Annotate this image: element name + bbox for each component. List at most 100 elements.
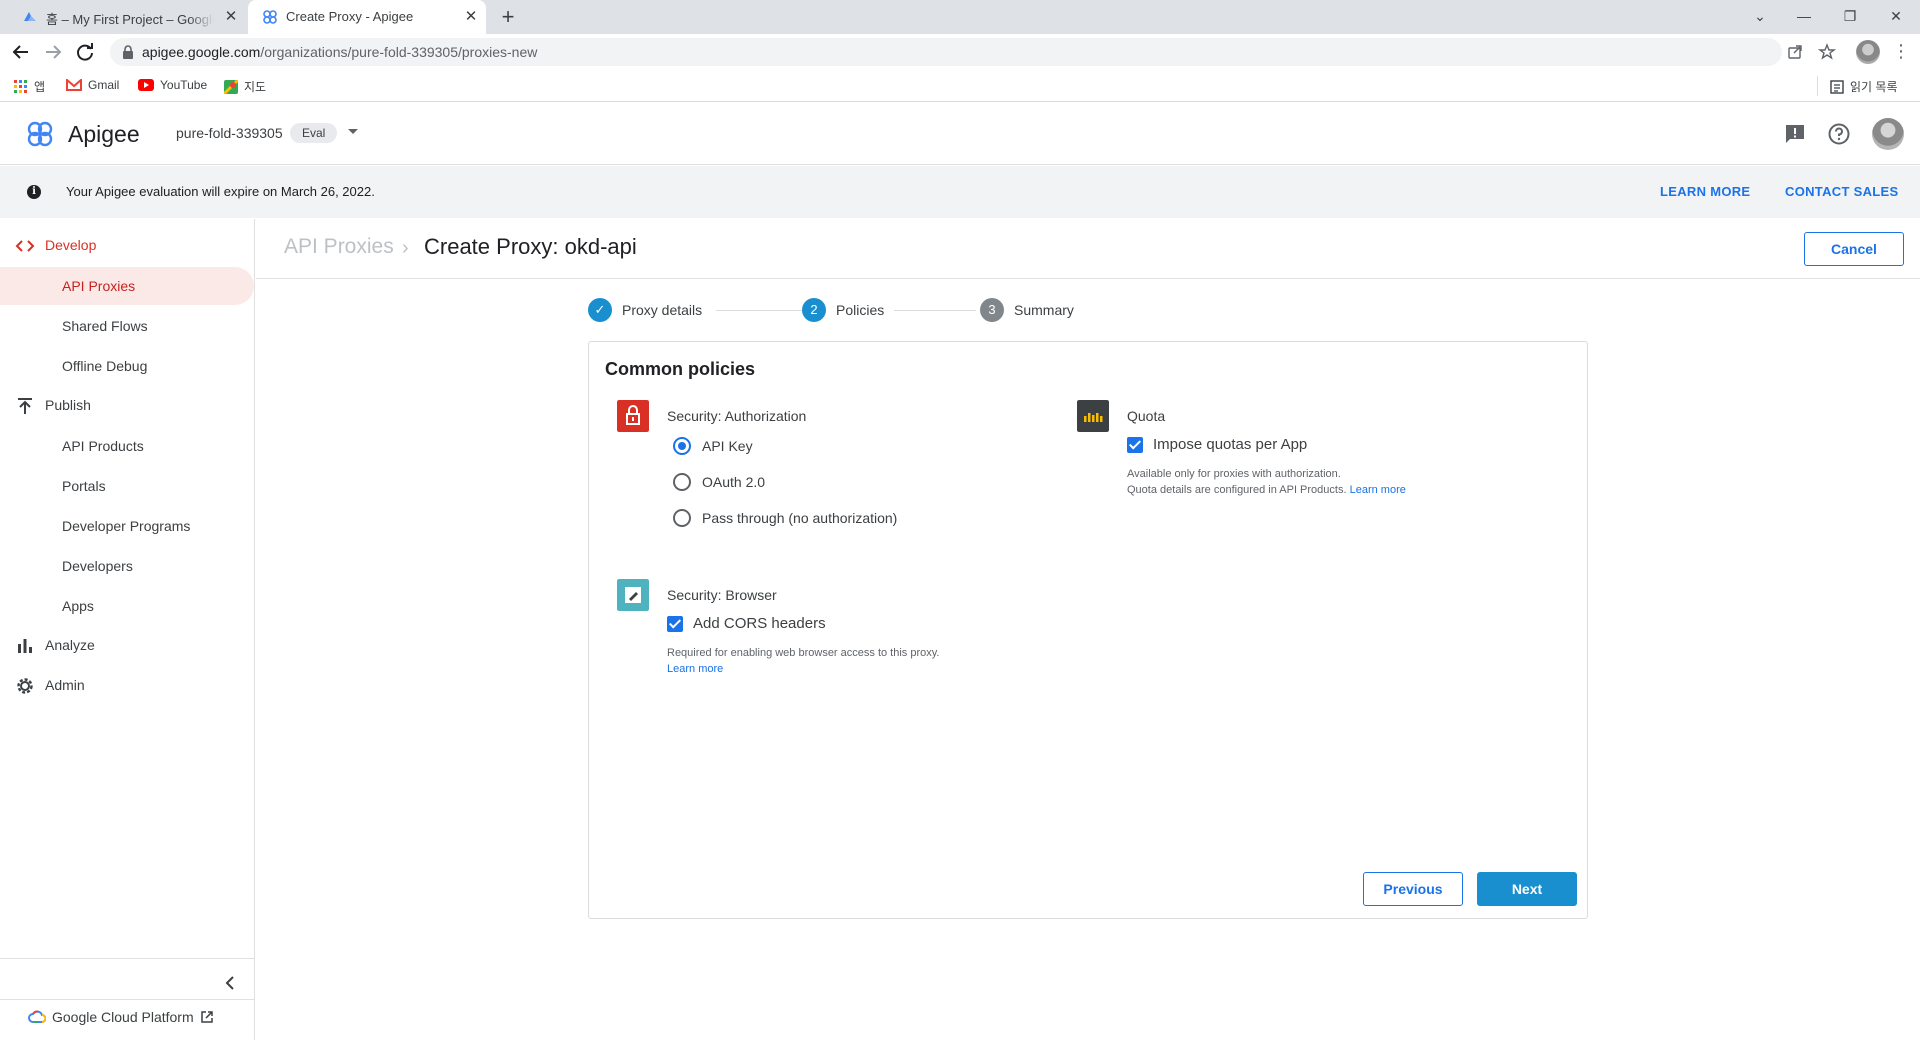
tab-title: Create Proxy - Apigee [286,9,414,24]
step-policies: 2 Policies [802,298,884,322]
banner-message: Your Apigee evaluation will expire on Ma… [66,184,375,199]
sidebar-item-api-proxies[interactable]: API Proxies [0,267,254,305]
sidebar-item-label: Portals [62,478,106,494]
main-content: API Proxies › Create Proxy: okd-api Canc… [256,219,1920,1040]
apigee-favicon-icon [263,10,277,24]
forward-icon[interactable] [40,39,66,65]
step-label: Summary [1014,302,1074,318]
google-cloud-platform-link[interactable]: Google Cloud Platform [28,1009,214,1025]
quota-title: Quota [1127,408,1166,424]
apigee-logo[interactable]: Apigee [26,120,140,148]
close-tab-icon[interactable]: ✕ [462,8,480,26]
contact-sales-link[interactable]: CONTACT SALES [1785,184,1898,199]
next-button[interactable]: Next [1477,872,1577,906]
sidebar-section-develop[interactable]: Develop [0,227,255,263]
address-bar[interactable]: apigee.google.com/organizations/pure-fol… [110,38,1836,66]
tab-search-icon[interactable]: ⌄ [1748,4,1772,28]
radio-oauth[interactable]: OAuth 2.0 [673,473,765,491]
sidebar-item-apps[interactable]: Apps [0,587,254,625]
checkbox-checked[interactable] [1127,436,1143,453]
feedback-icon[interactable] [1783,122,1807,146]
quota-gauge-icon [1077,400,1109,432]
browser-tab-gcp[interactable]: 홈 – My First Project – Google Cloud ✕ [8,0,246,34]
apigee-header: Apigee pure-fold-339305 Eval [0,103,1920,165]
step-number: 3 [980,298,1004,322]
sidebar-item-portals[interactable]: Portals [0,467,254,505]
help-text: Required for enabling web browser access… [667,647,940,659]
help-icon[interactable] [1827,122,1851,146]
bookmark-label: YouTube [160,78,208,92]
sidebar-divider [0,958,255,959]
checkbox-cors-headers[interactable]: Add CORS headers [667,615,826,632]
google-cloud-icon [28,1010,46,1023]
step-proxy-details: ✓ Proxy details [588,298,702,322]
profile-avatar[interactable] [1856,40,1880,64]
cancel-button[interactable]: Cancel [1804,232,1904,266]
org-dropdown-icon[interactable] [348,129,358,134]
page-header: API Proxies › Create Proxy: okd-api Canc… [256,219,1920,279]
checkbox-checked[interactable] [667,615,683,632]
radio-pass-through[interactable]: Pass through (no authorization) [673,509,897,527]
browser-tab-apigee[interactable]: Create Proxy - Apigee ✕ [248,0,486,34]
user-avatar[interactable] [1872,118,1904,150]
sidebar-item-developer-programs[interactable]: Developer Programs [0,507,254,545]
sidebar-item-label: Developers [62,558,133,574]
url-text: apigee.google.com/organizations/pure-fol… [142,44,537,60]
step-summary: 3 Summary [980,298,1074,322]
sidebar-item-developers[interactable]: Developers [0,547,254,585]
authorization-lock-icon [617,400,649,432]
checkbox-label: Impose quotas per App [1153,436,1308,453]
reading-list-button[interactable]: 읽기 목록 [1830,78,1898,95]
close-window-icon[interactable]: ✕ [1884,4,1908,28]
radio-api-key[interactable]: API Key [673,437,753,455]
close-tab-icon[interactable]: ✕ [222,8,240,26]
help-text: Quota details are configured in API Prod… [1127,484,1347,496]
bookmark-label: 앱 [34,80,46,94]
collapse-sidebar-icon[interactable] [218,971,242,995]
learn-more-link[interactable]: LEARN MORE [1660,184,1750,199]
browser-menu-icon[interactable]: ⋮ [1892,41,1910,62]
quota-learn-more-link[interactable]: Learn more [1350,484,1406,496]
back-icon[interactable] [8,39,34,65]
browser-title: Security: Browser [667,587,777,603]
checkbox-impose-quotas[interactable]: Impose quotas per App [1127,436,1307,453]
reading-list-icon [1830,79,1844,94]
sidebar-item-label: API Products [62,438,144,454]
gear-icon [17,678,33,694]
minimize-icon[interactable]: — [1792,4,1816,28]
reload-icon[interactable] [72,39,98,65]
common-policies-card: Common policies Security: Authorization … [588,341,1588,919]
reading-list-label: 읽기 목록 [1850,80,1898,94]
restore-icon[interactable]: ❐ [1838,4,1862,28]
lock-icon[interactable] [122,45,134,59]
sidebar-item-api-products[interactable]: API Products [0,427,254,465]
tab-title: 홈 – My First Project – Google Cloud [46,12,214,27]
sidebar-item-offline-debug[interactable]: Offline Debug [0,347,254,385]
new-tab-button[interactable]: + [496,6,520,30]
cors-learn-more-link[interactable]: Learn more [667,663,723,675]
breadcrumb-api-proxies[interactable]: API Proxies [284,235,394,259]
bookmark-youtube[interactable]: YouTube [138,78,207,92]
previous-button[interactable]: Previous [1363,872,1463,906]
code-icon [15,240,35,252]
sidebar-section-label: Develop [45,237,97,253]
bookmark-apps[interactable]: 앱 [14,78,45,95]
bookmark-star-icon[interactable] [1818,43,1836,61]
share-icon[interactable] [1786,43,1804,61]
sidebar-section-admin[interactable]: Admin [0,667,255,703]
bookmark-gmail[interactable]: Gmail [66,78,119,92]
sidebar-item-shared-flows[interactable]: Shared Flows [0,307,254,345]
url-path: /organizations/pure-fold-339305/proxies-… [260,44,538,60]
radio-button-selected[interactable] [673,437,691,455]
sidebar-section-publish[interactable]: Publish [0,387,255,423]
radio-button[interactable] [673,509,691,527]
bookmarks-bar: 앱 Gmail YouTube 지도 읽기 목록 [0,70,1920,102]
sidebar-section-label: Publish [45,397,91,413]
radio-button[interactable] [673,473,691,491]
sidebar-section-analyze[interactable]: Analyze [0,627,255,663]
org-selector[interactable]: pure-fold-339305 [176,125,283,141]
info-icon: i [27,185,41,199]
youtube-icon [138,79,154,91]
bookmark-maps[interactable]: 지도 [224,78,266,95]
gcp-link-label: Google Cloud Platform [52,1009,194,1025]
